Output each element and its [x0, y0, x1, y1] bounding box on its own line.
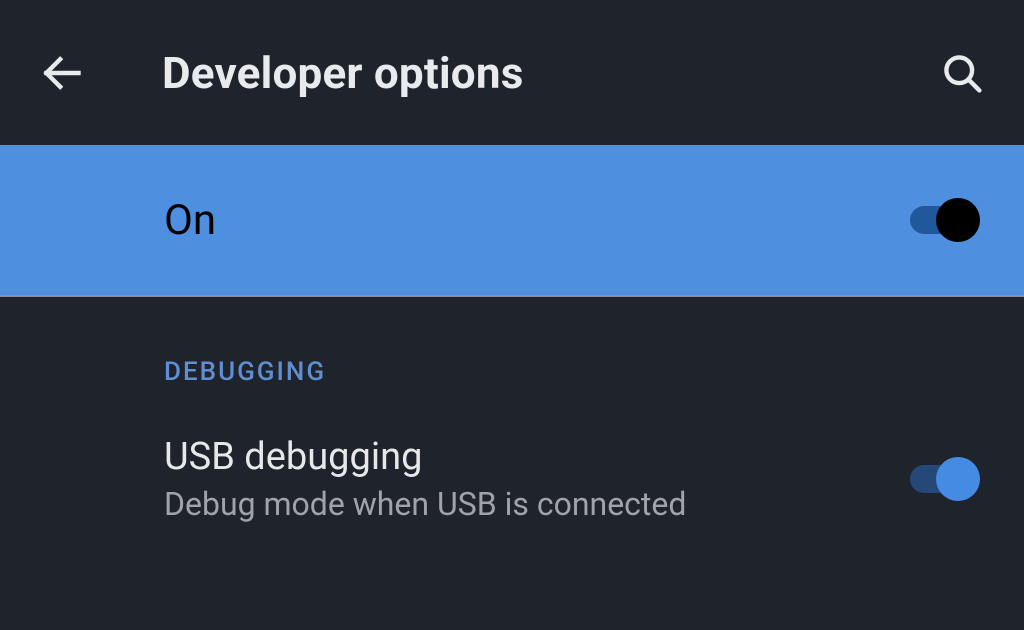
usb-debugging-switch[interactable]: [910, 454, 980, 504]
divider: [0, 295, 1024, 297]
back-arrow-icon[interactable]: [40, 51, 84, 95]
master-toggle-switch[interactable]: [910, 195, 980, 245]
usb-debugging-row[interactable]: USB debugging Debug mode when USB is con…: [0, 435, 1024, 523]
search-icon[interactable]: [940, 51, 984, 95]
master-toggle-label: On: [164, 196, 216, 245]
developer-options-master-toggle-row[interactable]: On: [0, 145, 1024, 295]
appbar: Developer options: [0, 0, 1024, 145]
usb-debugging-title: USB debugging: [164, 435, 910, 479]
page-title: Developer options: [162, 47, 524, 99]
section-header-debugging: DEBUGGING: [0, 357, 1024, 387]
usb-debugging-subtitle: Debug mode when USB is connected: [164, 485, 910, 523]
